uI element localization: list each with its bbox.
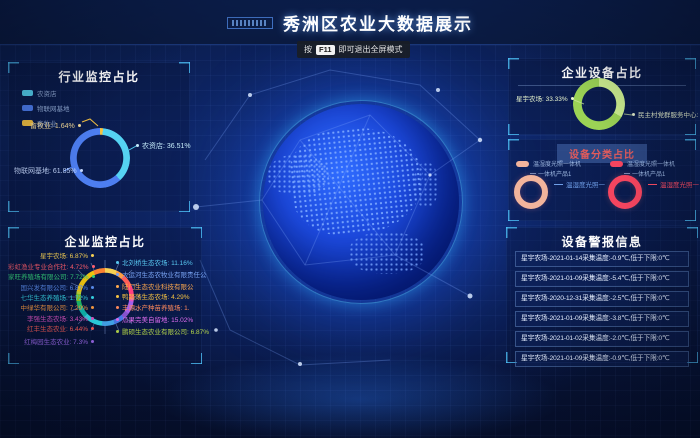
continent-islands [413,162,439,208]
globe [263,104,459,300]
panel-title: 设备警报信息 [506,227,698,250]
panel-device-classification: 设备分类占比 温湿度光照一体机 一体机产品1 温湿度光照一 [508,139,696,221]
industry-donut-chart[interactable] [70,128,130,188]
chart-label: 温湿度光照一 [554,179,605,189]
panel-equipment-ratio: 企业设备占比 星宇农场: 33.33%民主村党群服务中心: [508,58,696,135]
classification-group: 温湿度光照一体机 一体机产品1 温湿度光照一 [508,159,602,219]
chart-label: 星宇农场: 33.33% [516,96,574,103]
chart-label: 李强生态农场: 3.43% [8,316,94,323]
chart-label: 红丰生态农业: 6.44% [8,326,94,333]
chart-label: 中绿华有限公司: 7.29% [8,305,94,312]
chart-label: 民主村党群服务中心: [632,112,698,119]
legend-label: 温湿度光照一体机 [533,159,581,168]
chart-label: 彩虹渔业专业合作社: 4.72% [8,264,94,271]
chart-label: 七华生态养殖场: 1.72% [8,295,94,302]
chart-label: 大运河生态农牧业有限责任公 [116,272,207,279]
bottom-glow [150,352,570,438]
continent-southeast-asia [349,232,425,274]
panel-enterprise-monitoring: 企业监控占比 星宇农场: 6.87% 彩虹渔业专业合作社: 4.72% 家旺养殖场有… [8,227,202,364]
chart-label: 畜牧业: 1.64% [30,123,81,131]
chart-label: 农资店: 36.51% [136,143,191,151]
f11-key: F11 [316,45,335,55]
legend-label: 物联网基地 [37,103,70,113]
classification-groups: 温湿度光照一体机 一体机产品1 温湿度光照一 温湿度光照一体机 一体机产品1 温… [508,159,696,219]
chart-label: 北刘桥生态农场: 11.16% [116,260,193,267]
alarm-row: 星宇农场-2021-01-09采集温度:-5.4℃,低于下限:0℃ [515,271,689,287]
panel-title: 企业监控占比 [8,227,202,250]
chart-label: 家旺养殖场有限公司: 7.72% [8,274,94,281]
chart-label: 温湿度光照一 [648,179,699,189]
classification-donut-chart[interactable] [514,175,548,209]
dashboard: 秀洲区农业大数据展示 按 F11 即可退出全屏模式 行业监控占比 农资店 物联网… [0,0,700,438]
alarm-list: 星宇农场-2021-01-14采集温度:-0.9℃,低于下限:0℃ 星宇农场-20… [515,251,689,371]
chart-label: 鸭踏荡生态农场: 4.29% [116,294,190,301]
globe-map [263,104,459,300]
alarm-row: 星宇农场-2021-01-02采集温度:-2.0℃,低于下限:0℃ [515,331,689,347]
fullscreen-tip: 按 F11 即可退出全屏模式 [297,41,410,58]
chart-label: 丰源水产种苗养殖场: 1. [116,305,190,312]
legend-swatch [610,161,623,167]
classification-group: 温湿度光照一体机 一体机产品1 温湿度光照一 [602,159,696,219]
legend-swatch [22,90,33,96]
chart-label: 国兴发有限公司: 6.87% [8,285,94,292]
legend-label: 农资店 [37,88,57,98]
header: 秀洲区农业大数据展示 [0,0,700,45]
equipment-donut-chart[interactable] [573,78,625,130]
continent-asia [286,121,428,240]
chart-label: 物联网基地: 61.85% [14,168,83,176]
legend-item[interactable]: 农资店 [22,88,70,98]
group-legend[interactable]: 温湿度光照一体机 [610,159,675,168]
panel-title: 行业监控占比 [8,62,190,85]
panel-industry-monitoring: 行业监控占比 农资店 物联网基地 畜牧业 [8,62,190,212]
brand-logo [227,17,273,29]
alarm-row: 星宇农场-2021-01-09采集温度:-0.9℃,低于下限:0℃ [515,351,689,367]
legend-label: 温湿度光照一体机 [627,159,675,168]
panel-device-alarms: 设备警报信息 星宇农场-2021-01-14采集温度:-0.9℃,低于下限:0℃… [506,227,698,363]
chart-label: 陆门生态农业科技有限公 [116,284,194,291]
legend-item[interactable]: 物联网基地 [22,103,70,113]
tip-suffix-text: 即可退出全屏模式 [339,44,403,55]
group-legend[interactable]: 温湿度光照一体机 [516,159,581,168]
legend-swatch [516,161,529,167]
classification-donut-chart[interactable] [608,175,642,209]
page-title: 秀洲区农业大数据展示 [283,10,473,35]
alarm-row: 星宇农场-2021-01-09采集温度:-3.8℃,低于下限:0℃ [515,311,689,327]
continent-europe [267,154,329,196]
legend-swatch [22,105,33,111]
tip-press-text: 按 [304,44,312,55]
chart-label: 鹏硕生态农业有限公司: 6.87% [116,329,209,336]
chart-label: 红梅园生态农业: 7.3% [8,339,94,346]
alarm-row: 星宇农场-2021-01-14采集温度:-0.9℃,低于下限:0℃ [515,251,689,267]
chart-label: 星宇农场: 6.87% [8,253,94,260]
alarm-row: 星宇农场-2020-12-31采集温度:-2.5℃,低于下限:0℃ [515,291,689,307]
chart-label: 瓜果完美自留地: 15.02% [116,317,193,324]
